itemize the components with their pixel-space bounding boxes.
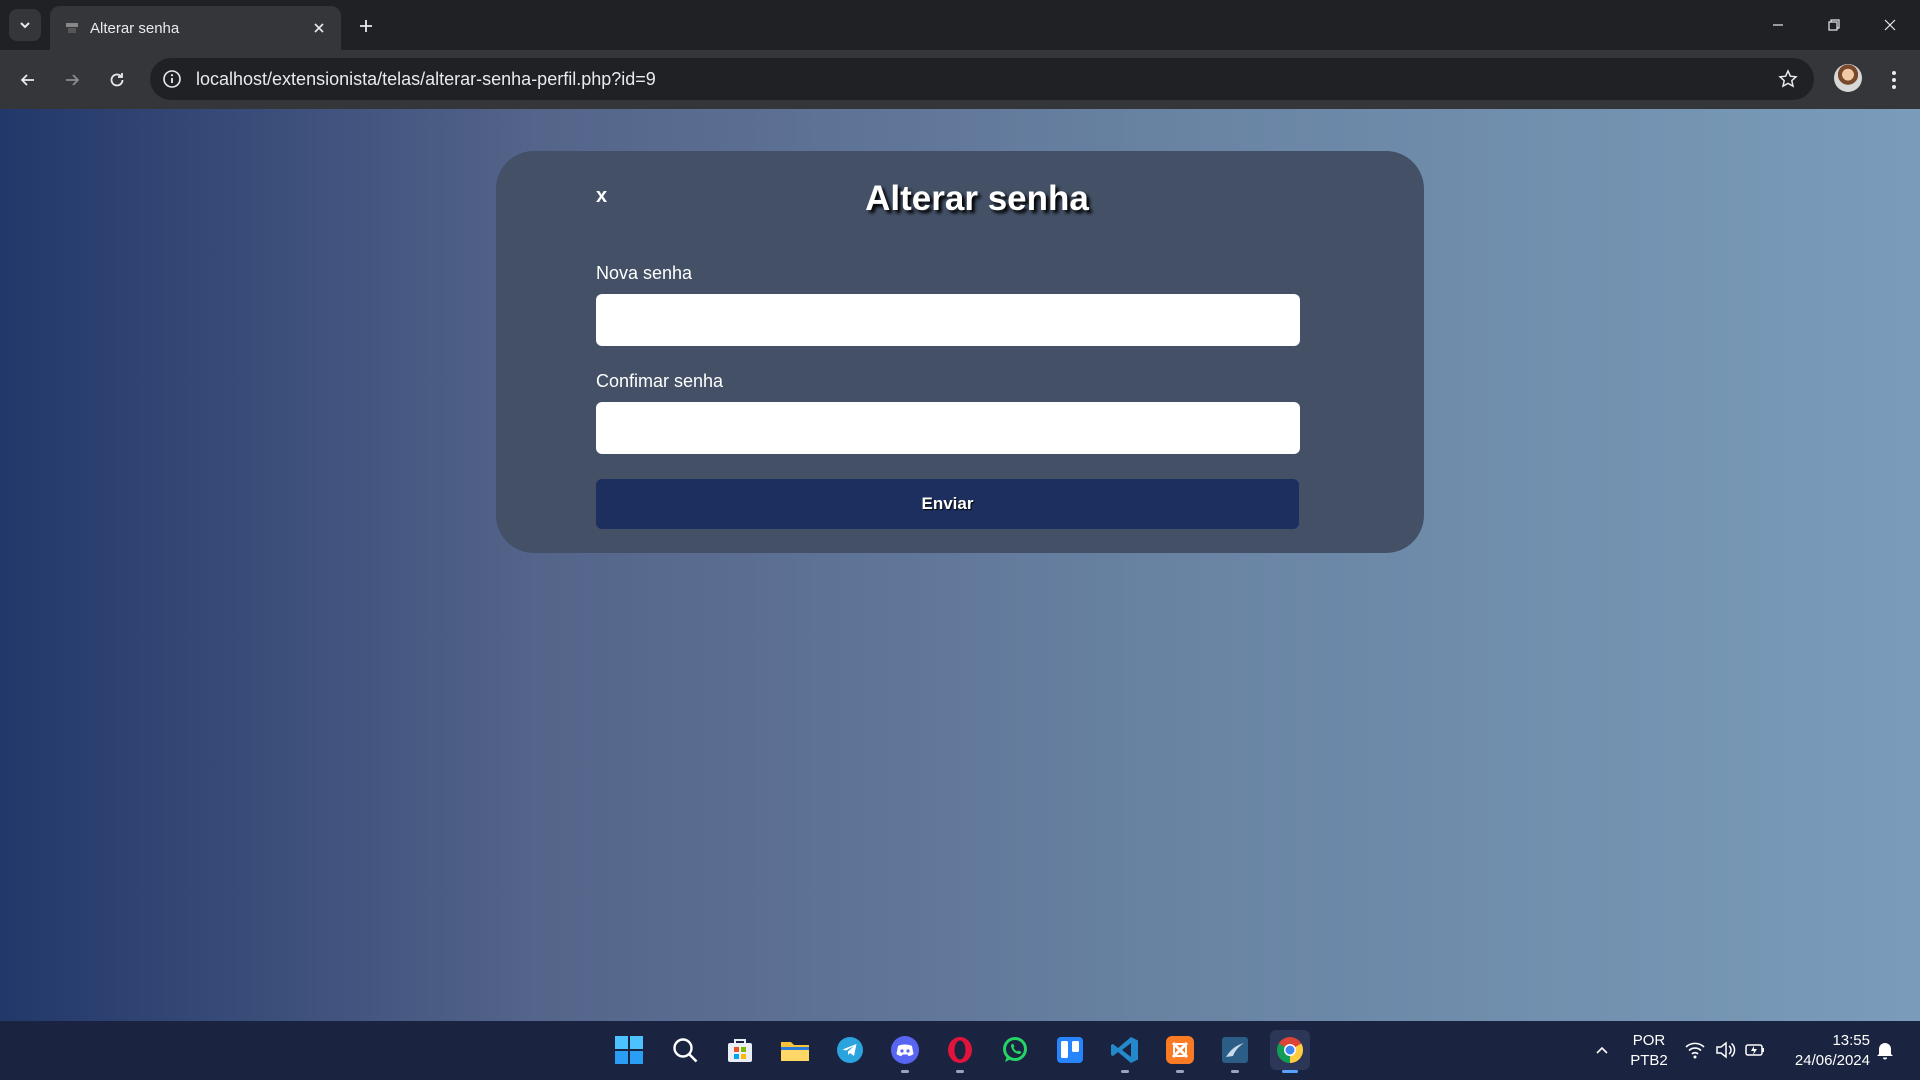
- search-icon: [673, 1038, 698, 1063]
- whatsapp-icon: [1003, 1037, 1027, 1062]
- trello-icon: [1057, 1037, 1083, 1063]
- clock-date: 24/06/2024: [1794, 1052, 1870, 1069]
- taskbar-file-explorer[interactable]: [775, 1030, 815, 1070]
- notification-bell-icon[interactable]: [1874, 1039, 1896, 1066]
- mysql-workbench-icon: [1222, 1037, 1248, 1063]
- volume-icon[interactable]: [1714, 1039, 1736, 1066]
- site-info-button[interactable]: [160, 67, 184, 91]
- star-icon: [1778, 69, 1798, 88]
- clock[interactable]: 13:55 24/06/2024: [1778, 1029, 1870, 1073]
- reload-button[interactable]: [101, 64, 133, 96]
- confirm-password-label: Confimar senha: [596, 371, 724, 391]
- keyboard-layout: PTB2: [1630, 1052, 1668, 1069]
- window-close-button[interactable]: [1862, 0, 1918, 50]
- new-password-input[interactable]: [596, 294, 1300, 346]
- forward-button[interactable]: [56, 64, 88, 96]
- tab-close-button[interactable]: [307, 16, 331, 40]
- chevron-down-icon: [20, 22, 30, 29]
- browser-titlebar: Alterar senha: [0, 0, 1920, 50]
- running-indicator: [1231, 1070, 1239, 1073]
- tab-title: Alterar senha: [90, 20, 180, 37]
- confirm-password-input[interactable]: [596, 402, 1300, 454]
- back-button[interactable]: [12, 64, 44, 96]
- plus-icon: [360, 20, 372, 32]
- discord-icon: [891, 1036, 919, 1064]
- restore-button[interactable]: [1806, 0, 1862, 50]
- browser-menu-button[interactable]: [1880, 64, 1908, 96]
- minimize-icon: [1773, 24, 1783, 26]
- taskbar-opera[interactable]: [940, 1030, 980, 1073]
- chevron-up-icon: [1596, 1046, 1608, 1054]
- info-icon: [163, 70, 181, 88]
- url-text[interactable]: localhost/extensionista/telas/alterar-se…: [196, 69, 656, 90]
- running-indicator: [1121, 1070, 1129, 1073]
- language-indicator[interactable]: POR PTB2: [1624, 1029, 1674, 1073]
- arrow-left-icon: [20, 74, 34, 86]
- browser-toolbar: localhost/extensionista/telas/alterar-se…: [0, 50, 1920, 109]
- minimize-button[interactable]: [1750, 0, 1806, 50]
- close-icon: [1884, 19, 1896, 31]
- reload-icon: [110, 73, 124, 87]
- xampp-icon: [1166, 1036, 1194, 1064]
- taskbar-mysql-workbench[interactable]: [1215, 1030, 1255, 1073]
- telegram-icon: [837, 1037, 863, 1063]
- taskbar-telegram[interactable]: [830, 1030, 870, 1070]
- arrow-right-icon: [66, 74, 80, 86]
- running-indicator: [1176, 1070, 1184, 1073]
- taskbar-vscode[interactable]: [1105, 1030, 1145, 1073]
- windows-start-icon: [615, 1036, 643, 1064]
- running-indicator: [1282, 1070, 1298, 1073]
- taskbar-whatsapp[interactable]: [995, 1030, 1035, 1070]
- taskbar-xampp[interactable]: [1160, 1030, 1200, 1073]
- wifi-icon[interactable]: [1684, 1039, 1706, 1066]
- folder-icon: [781, 1042, 809, 1061]
- taskbar: POR PTB2 13:55 24/06/2024: [0, 1021, 1920, 1080]
- tab-search-button[interactable]: [9, 9, 41, 41]
- new-tab-button[interactable]: [352, 12, 380, 40]
- more-vertical-icon: [1892, 71, 1896, 89]
- vscode-icon: [1111, 1037, 1138, 1063]
- taskbar-start[interactable]: [609, 1030, 649, 1070]
- taskbar-store[interactable]: [720, 1030, 760, 1070]
- page-viewport: x Alterar senha Nova senha Confimar senh…: [0, 109, 1920, 1021]
- close-icon: [314, 23, 324, 33]
- submit-button[interactable]: Enviar: [596, 479, 1299, 529]
- chrome-icon: [1276, 1037, 1304, 1064]
- taskbar-chrome[interactable]: [1270, 1030, 1310, 1073]
- address-bar[interactable]: localhost/extensionista/telas/alterar-se…: [150, 58, 1814, 100]
- browser-tab[interactable]: Alterar senha: [50, 6, 341, 50]
- running-indicator: [901, 1070, 909, 1073]
- restore-icon: [1828, 19, 1840, 31]
- new-password-label: Nova senha: [596, 263, 693, 283]
- language-code: POR: [1632, 1032, 1666, 1049]
- show-hidden-icons-button[interactable]: [1582, 1030, 1622, 1070]
- taskbar-discord[interactable]: [885, 1030, 925, 1073]
- microsoft-store-icon: [728, 1039, 752, 1062]
- battery-icon[interactable]: [1744, 1039, 1766, 1066]
- change-password-card: x Alterar senha Nova senha Confimar senh…: [496, 151, 1424, 553]
- clock-time: 13:55: [1832, 1032, 1870, 1049]
- bookmark-button[interactable]: [1776, 67, 1800, 91]
- page-favicon-icon: [66, 23, 78, 33]
- taskbar-search[interactable]: [665, 1030, 705, 1070]
- running-indicator: [956, 1070, 964, 1073]
- opera-icon: [948, 1037, 972, 1063]
- taskbar-trello[interactable]: [1050, 1030, 1090, 1070]
- page-title: Alterar senha: [865, 179, 1089, 218]
- profile-avatar[interactable]: [1834, 64, 1862, 92]
